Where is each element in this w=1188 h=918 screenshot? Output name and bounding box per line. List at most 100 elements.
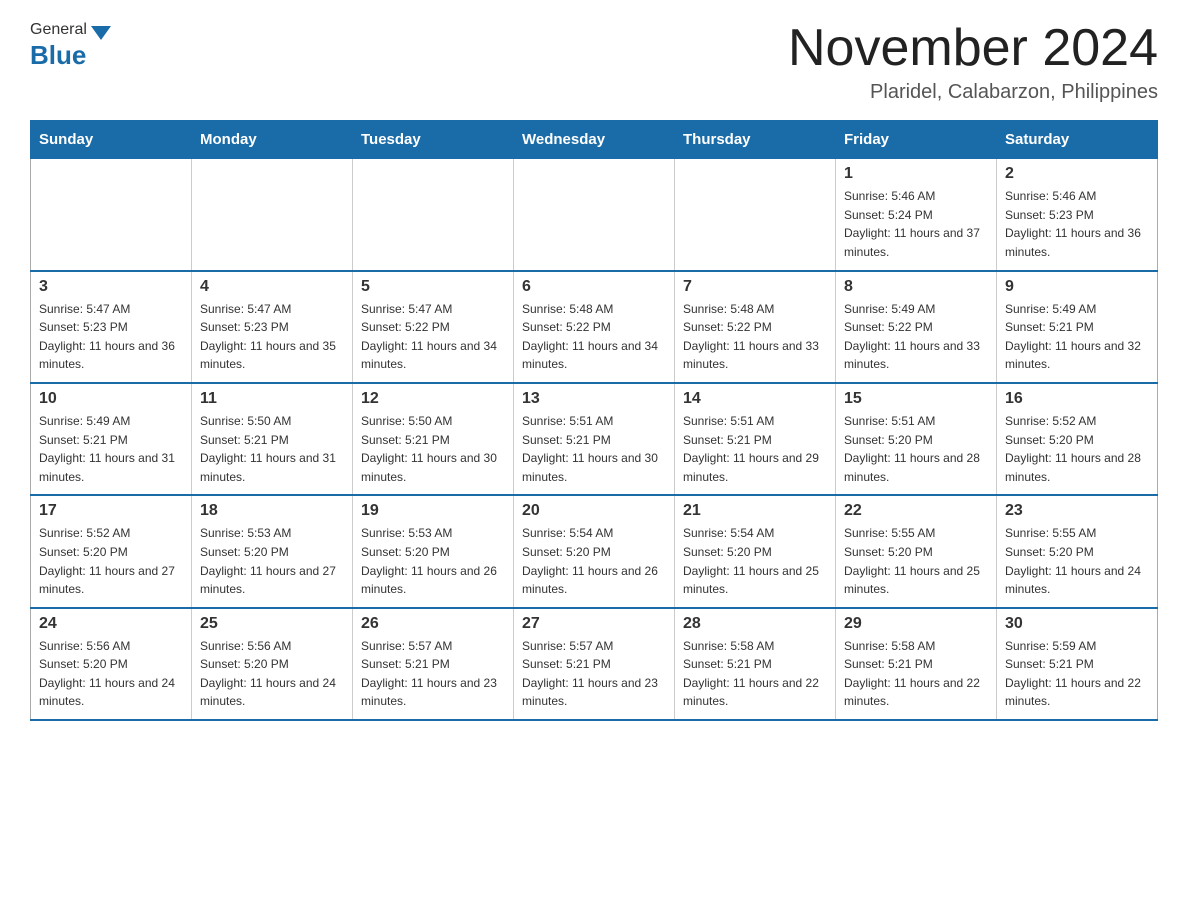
calendar-cell: 29 Sunrise: 5:58 AMSunset: 5:21 PMDayligh… (836, 608, 997, 720)
day-number: 15 (844, 390, 988, 408)
logo-blue-text: Blue (30, 40, 86, 70)
calendar-cell: 15 Sunrise: 5:51 AMSunset: 5:20 PMDayligh… (836, 383, 997, 495)
calendar-week-row: 3 Sunrise: 5:47 AMSunset: 5:23 PMDaylight… (31, 271, 1158, 383)
day-info: Sunrise: 5:51 AMSunset: 5:21 PMDaylight:… (683, 412, 827, 486)
calendar-cell: 26 Sunrise: 5:57 AMSunset: 5:21 PMDayligh… (353, 608, 514, 720)
calendar-cell (675, 159, 836, 271)
day-number: 29 (844, 615, 988, 633)
page-wrapper: General Blue November 2024 Plaridel, Cal… (0, 0, 1188, 751)
day-number: 7 (683, 278, 827, 296)
logo-line1: General (30, 20, 111, 40)
day-number: 8 (844, 278, 988, 296)
logo-area: General Blue (30, 20, 111, 71)
day-info: Sunrise: 5:58 AMSunset: 5:21 PMDaylight:… (683, 637, 827, 711)
header-saturday: Saturday (997, 121, 1158, 159)
calendar-week-row: 10Sunrise: 5:49 AMSunset: 5:21 PMDayligh… (31, 383, 1158, 495)
header-thursday: Thursday (675, 121, 836, 159)
calendar-cell: 16Sunrise: 5:52 AMSunset: 5:20 PMDayligh… (997, 383, 1158, 495)
calendar-week-row: 1 Sunrise: 5:46 AMSunset: 5:24 PMDaylight… (31, 159, 1158, 271)
day-number: 27 (522, 615, 666, 633)
day-info: Sunrise: 5:46 AMSunset: 5:24 PMDaylight:… (844, 187, 988, 261)
calendar-cell (353, 159, 514, 271)
day-number: 9 (1005, 278, 1149, 296)
day-info: Sunrise: 5:51 AMSunset: 5:20 PMDaylight:… (844, 412, 988, 486)
day-info: Sunrise: 5:58 AMSunset: 5:21 PMDaylight:… (844, 637, 988, 711)
day-number: 11 (200, 390, 344, 408)
calendar-cell: 11 Sunrise: 5:50 AMSunset: 5:21 PMDayligh… (192, 383, 353, 495)
day-info: Sunrise: 5:47 AMSunset: 5:22 PMDaylight:… (361, 300, 505, 374)
calendar-body: 1 Sunrise: 5:46 AMSunset: 5:24 PMDaylight… (31, 159, 1158, 720)
header-tuesday: Tuesday (353, 121, 514, 159)
day-info: Sunrise: 5:56 AMSunset: 5:20 PMDaylight:… (39, 637, 183, 711)
day-info: Sunrise: 5:48 AMSunset: 5:22 PMDaylight:… (683, 300, 827, 374)
calendar-cell: 10Sunrise: 5:49 AMSunset: 5:21 PMDayligh… (31, 383, 192, 495)
day-info: Sunrise: 5:57 AMSunset: 5:21 PMDaylight:… (522, 637, 666, 711)
day-number: 17 (39, 502, 183, 520)
calendar-cell: 24 Sunrise: 5:56 AMSunset: 5:20 PMDayligh… (31, 608, 192, 720)
day-number: 20 (522, 502, 666, 520)
calendar-cell: 3 Sunrise: 5:47 AMSunset: 5:23 PMDaylight… (31, 271, 192, 383)
day-info: Sunrise: 5:54 AMSunset: 5:20 PMDaylight:… (522, 524, 666, 598)
header-row: General Blue November 2024 Plaridel, Cal… (30, 20, 1158, 104)
day-number: 12 (361, 390, 505, 408)
calendar-cell: 14 Sunrise: 5:51 AMSunset: 5:21 PMDayligh… (675, 383, 836, 495)
calendar-cell (31, 159, 192, 271)
day-info: Sunrise: 5:46 AMSunset: 5:23 PMDaylight:… (1005, 187, 1149, 261)
calendar-cell (192, 159, 353, 271)
calendar-cell: 8Sunrise: 5:49 AMSunset: 5:22 PMDaylight… (836, 271, 997, 383)
day-info: Sunrise: 5:57 AMSunset: 5:21 PMDaylight:… (361, 637, 505, 711)
calendar-cell (514, 159, 675, 271)
day-number: 13 (522, 390, 666, 408)
day-info: Sunrise: 5:47 AMSunset: 5:23 PMDaylight:… (200, 300, 344, 374)
day-info: Sunrise: 5:54 AMSunset: 5:20 PMDaylight:… (683, 524, 827, 598)
calendar-table: Sunday Monday Tuesday Wednesday Thursday… (30, 120, 1158, 721)
day-number: 30 (1005, 615, 1149, 633)
header-wednesday: Wednesday (514, 121, 675, 159)
day-number: 22 (844, 502, 988, 520)
calendar-cell: 7 Sunrise: 5:48 AMSunset: 5:22 PMDaylight… (675, 271, 836, 383)
day-info: Sunrise: 5:55 AMSunset: 5:20 PMDaylight:… (844, 524, 988, 598)
day-info: Sunrise: 5:47 AMSunset: 5:23 PMDaylight:… (39, 300, 183, 374)
calendar-cell: 18 Sunrise: 5:53 AMSunset: 5:20 PMDayligh… (192, 495, 353, 607)
day-info: Sunrise: 5:55 AMSunset: 5:20 PMDaylight:… (1005, 524, 1149, 598)
day-info: Sunrise: 5:53 AMSunset: 5:20 PMDaylight:… (361, 524, 505, 598)
logo-general-text: General (30, 21, 87, 39)
day-info: Sunrise: 5:49 AMSunset: 5:21 PMDaylight:… (39, 412, 183, 486)
day-info: Sunrise: 5:53 AMSunset: 5:20 PMDaylight:… (200, 524, 344, 598)
calendar-cell: 23 Sunrise: 5:55 AMSunset: 5:20 PMDayligh… (997, 495, 1158, 607)
calendar-cell: 28Sunrise: 5:58 AMSunset: 5:21 PMDayligh… (675, 608, 836, 720)
day-number: 26 (361, 615, 505, 633)
day-number: 2 (1005, 165, 1149, 183)
day-number: 3 (39, 278, 183, 296)
day-number: 5 (361, 278, 505, 296)
calendar-week-row: 17Sunrise: 5:52 AMSunset: 5:20 PMDayligh… (31, 495, 1158, 607)
title-area: November 2024 Plaridel, Calabarzon, Phil… (788, 20, 1158, 104)
day-info: Sunrise: 5:59 AMSunset: 5:21 PMDaylight:… (1005, 637, 1149, 711)
calendar-cell: 6 Sunrise: 5:48 AMSunset: 5:22 PMDaylight… (514, 271, 675, 383)
header-friday: Friday (836, 121, 997, 159)
day-number: 14 (683, 390, 827, 408)
logo-line2: Blue (30, 40, 86, 71)
day-number: 24 (39, 615, 183, 633)
day-number: 1 (844, 165, 988, 183)
day-number: 23 (1005, 502, 1149, 520)
calendar-cell: 13 Sunrise: 5:51 AMSunset: 5:21 PMDayligh… (514, 383, 675, 495)
day-number: 6 (522, 278, 666, 296)
logo-arrow-icon (91, 26, 111, 40)
month-year-title: November 2024 (788, 20, 1158, 77)
day-info: Sunrise: 5:48 AMSunset: 5:22 PMDaylight:… (522, 300, 666, 374)
day-number: 18 (200, 502, 344, 520)
calendar-cell: 2 Sunrise: 5:46 AMSunset: 5:23 PMDaylight… (997, 159, 1158, 271)
calendar-cell: 9Sunrise: 5:49 AMSunset: 5:21 PMDaylight… (997, 271, 1158, 383)
calendar-cell: 21Sunrise: 5:54 AMSunset: 5:20 PMDayligh… (675, 495, 836, 607)
day-number: 19 (361, 502, 505, 520)
calendar-cell: 30 Sunrise: 5:59 AMSunset: 5:21 PMDayligh… (997, 608, 1158, 720)
calendar-cell: 19 Sunrise: 5:53 AMSunset: 5:20 PMDayligh… (353, 495, 514, 607)
calendar-cell: 4 Sunrise: 5:47 AMSunset: 5:23 PMDaylight… (192, 271, 353, 383)
day-number: 25 (200, 615, 344, 633)
day-info: Sunrise: 5:51 AMSunset: 5:21 PMDaylight:… (522, 412, 666, 486)
day-info: Sunrise: 5:50 AMSunset: 5:21 PMDaylight:… (200, 412, 344, 486)
day-number: 4 (200, 278, 344, 296)
calendar-cell: 1 Sunrise: 5:46 AMSunset: 5:24 PMDaylight… (836, 159, 997, 271)
calendar-cell: 25Sunrise: 5:56 AMSunset: 5:20 PMDayligh… (192, 608, 353, 720)
